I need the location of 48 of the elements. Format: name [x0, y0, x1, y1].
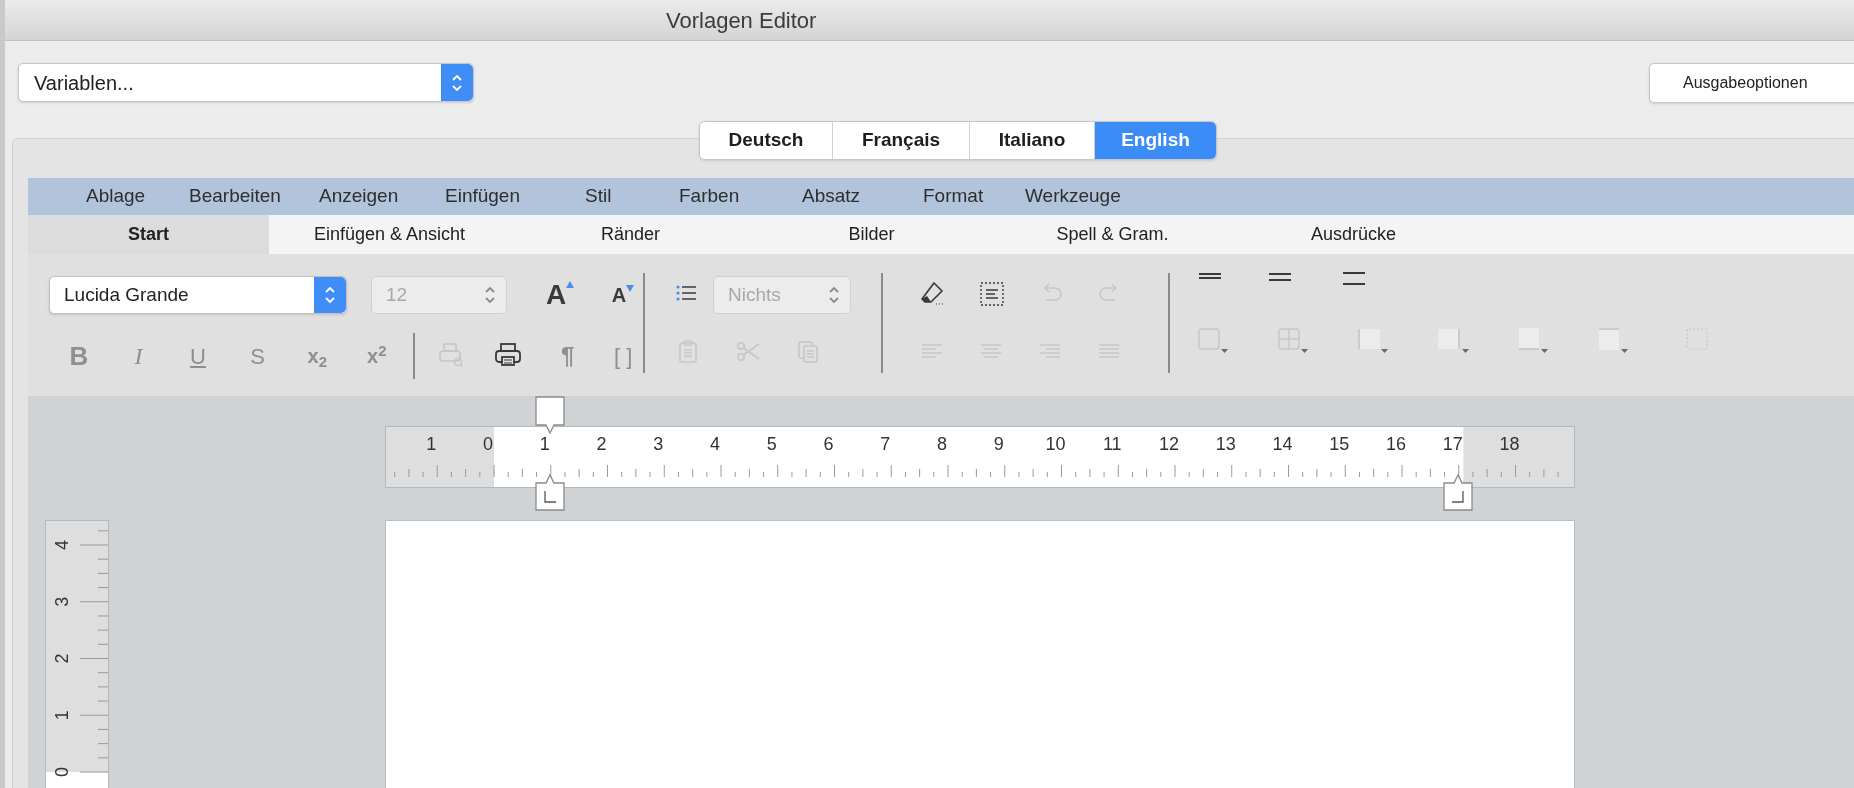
variables-dropdown[interactable]: Variablen... [18, 63, 474, 102]
menu-item[interactable]: Ablage [86, 182, 146, 211]
ruler-number: 6 [823, 434, 834, 454]
language-tab[interactable]: Deutsch [700, 122, 832, 159]
ruler-number: 15 [1329, 434, 1350, 454]
grow-font-button[interactable]: A [537, 275, 583, 315]
shrink-font-button[interactable]: A [603, 275, 643, 315]
ruler-number: 12 [1159, 434, 1179, 454]
ruler-number: 1 [426, 434, 437, 454]
ruler-number: 18 [1499, 434, 1520, 454]
window-title: Vorlagen Editor [666, 6, 817, 35]
menu-item[interactable]: Absatz [802, 182, 861, 211]
ruler-number: 16 [1386, 434, 1406, 454]
triangle-down-icon [626, 285, 635, 292]
first-line-indent-marker-icon[interactable] [533, 396, 566, 436]
ruler-number: 0 [52, 767, 72, 777]
ruler-number: 1 [539, 434, 550, 454]
menu-item[interactable]: Einfügen [445, 182, 520, 211]
ruler-number: 11 [1102, 434, 1122, 454]
ruler-number: 8 [937, 434, 947, 454]
language-tab[interactable]: Italiano [969, 122, 1094, 159]
ruler-number: 10 [1045, 434, 1066, 454]
ruler-number: 4 [52, 540, 72, 550]
menu-item[interactable]: Anzeigen [319, 182, 399, 211]
ruler-number: 4 [710, 434, 720, 454]
menu-item[interactable]: Format [923, 182, 984, 211]
menu-item[interactable]: Bearbeiten [189, 182, 281, 211]
ruler-number: 1 [52, 710, 72, 721]
ruler-number: 2 [596, 434, 607, 454]
ruler-number: 7 [880, 434, 891, 454]
menu-item[interactable]: Farben [679, 182, 740, 211]
ruler-number: 5 [766, 434, 777, 454]
ribbon-tab[interactable]: Start [28, 215, 269, 254]
ruler-number: 2 [52, 653, 72, 664]
ruler-number: 17 [1442, 434, 1463, 454]
menu-item[interactable]: Werkzeuge [1025, 182, 1121, 211]
ruler-number: 0 [483, 434, 493, 454]
output-options-button[interactable]: Ausgabeoptionen [1649, 63, 1854, 103]
ruler-number: 9 [993, 434, 1004, 454]
language-tab[interactable]: Français [832, 122, 969, 159]
ruler-number: 3 [653, 434, 664, 454]
font-dropdown[interactable]: Lucida Grande [49, 276, 347, 314]
menu-item[interactable]: Stil [585, 182, 612, 211]
ruler-number: 14 [1272, 434, 1293, 454]
ruler-number: 13 [1215, 434, 1236, 454]
ruler-number: 3 [52, 596, 72, 607]
triangle-up-icon [566, 281, 575, 288]
document-page[interactable] [385, 520, 1575, 788]
